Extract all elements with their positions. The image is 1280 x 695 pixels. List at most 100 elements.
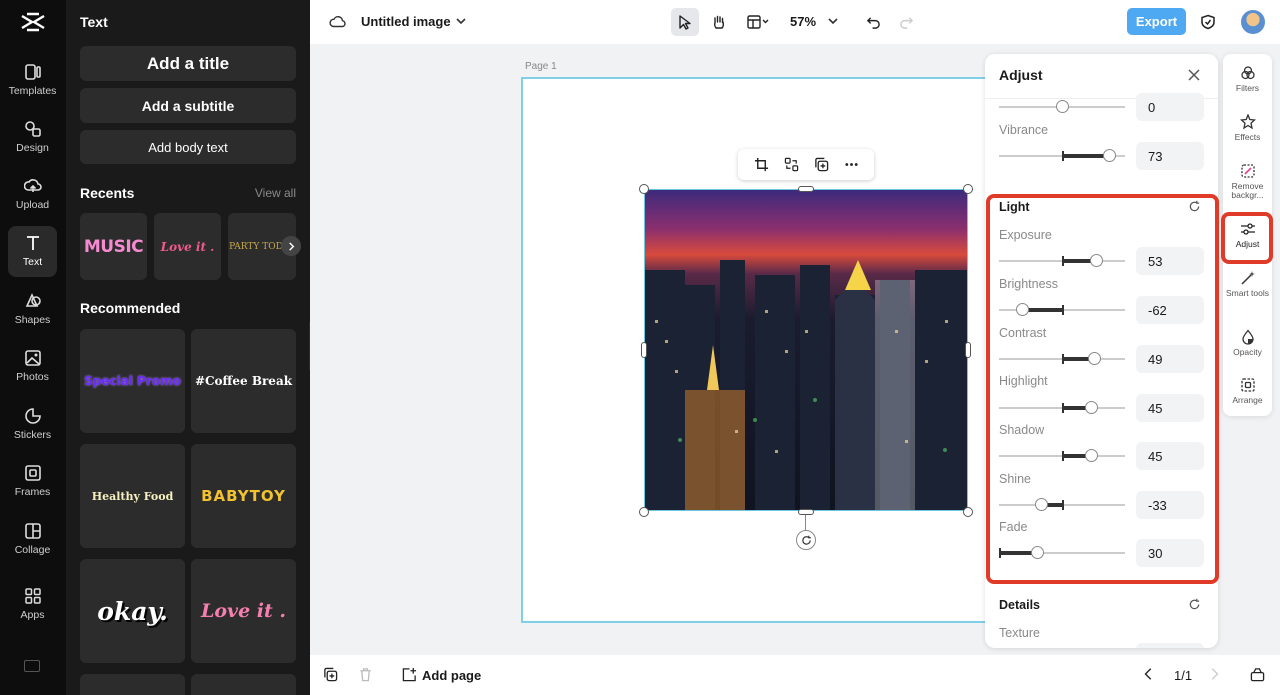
tool-label: Opacity [1233, 347, 1262, 357]
rail-label: Templates [8, 85, 57, 97]
light-section-highlight [986, 194, 1219, 584]
stickers-icon [24, 408, 41, 424]
rail-label: Design [16, 142, 49, 154]
recommended-tile[interactable]: #Coffee Break [191, 329, 296, 433]
resize-handle[interactable] [639, 507, 649, 517]
rail-text[interactable]: Text [8, 226, 57, 277]
add-page-button[interactable]: Add page [422, 668, 481, 683]
tile-text: Love it . [201, 600, 286, 622]
opacity-drop-icon [1241, 329, 1254, 345]
design-icon [24, 121, 41, 137]
add-subtitle-button[interactable]: Add a subtitle [80, 88, 296, 123]
layout-menu-button[interactable] [740, 8, 776, 36]
rail-photos[interactable]: Photos [8, 341, 57, 392]
recommended-tile[interactable]: okay. [80, 559, 185, 663]
recommended-tile[interactable] [191, 674, 296, 695]
tool-label: Arrange [1232, 395, 1263, 405]
city-skyline-image [645, 190, 967, 510]
effects-icon [1239, 114, 1256, 130]
keyboard-icon[interactable] [24, 660, 40, 672]
recommended-tile[interactable]: BABYTOY [191, 444, 296, 548]
recommended-tile[interactable]: Love it . [191, 559, 296, 663]
city-photo[interactable] [644, 189, 968, 511]
rail-collage[interactable]: Collage [8, 514, 57, 565]
shield-icon[interactable] [1197, 11, 1219, 33]
crop-icon[interactable] [754, 157, 769, 172]
pages-panel-icon[interactable] [1250, 667, 1266, 683]
redo-icon[interactable] [895, 11, 917, 33]
zoom-chevron-icon[interactable] [826, 13, 840, 29]
add-page-icon[interactable] [402, 667, 418, 683]
resize-handle[interactable] [963, 184, 973, 194]
resize-handle[interactable] [798, 509, 814, 515]
prev-page-icon[interactable] [1142, 667, 1158, 683]
next-page-icon[interactable] [1207, 667, 1223, 683]
select-tool-button[interactable] [671, 8, 699, 36]
more-icon[interactable] [844, 157, 859, 172]
resize-handle[interactable] [639, 184, 649, 194]
replace-icon[interactable] [784, 157, 799, 172]
duplicate-page-icon[interactable] [323, 667, 339, 683]
add-body-text-button[interactable]: Add body text [80, 130, 296, 164]
reset-icon[interactable] [1188, 598, 1202, 612]
collage-icon [24, 523, 41, 539]
add-title-button[interactable]: Add a title [80, 46, 296, 81]
rail-upload[interactable]: Upload [8, 169, 57, 220]
magic-wand-icon [1240, 271, 1255, 285]
export-button[interactable]: Export [1127, 8, 1186, 35]
slider-thumb[interactable] [1103, 149, 1116, 162]
zoom-level[interactable]: 57% [790, 14, 816, 29]
recent-item[interactable]: Love it . [154, 213, 221, 280]
recommended-tile[interactable]: Special Promo [80, 329, 185, 433]
recommended-tile[interactable]: Healthy Food [80, 444, 185, 548]
resize-handle[interactable] [798, 186, 814, 192]
resize-handle[interactable] [641, 342, 647, 358]
recents-next-button[interactable] [281, 236, 301, 256]
vibrance-label: Vibrance [999, 123, 1049, 137]
tool-filters[interactable]: Filters [1223, 65, 1272, 93]
recent-item[interactable]: MUSIC [80, 213, 147, 280]
user-avatar[interactable] [1241, 10, 1265, 34]
cloud-save-icon[interactable] [328, 12, 348, 32]
view-all-link[interactable]: View all [255, 186, 296, 200]
tile-text: BABYTOY [201, 487, 286, 505]
duplicate-icon[interactable] [814, 157, 829, 172]
rotate-handle[interactable] [796, 530, 816, 550]
recommended-tile[interactable] [80, 674, 185, 695]
slider-value-field[interactable]: 0 [1136, 93, 1204, 121]
rail-label: Frames [14, 486, 51, 498]
trash-icon[interactable] [358, 667, 374, 683]
tool-label: Remove backgr... [1231, 181, 1264, 200]
chevron-down-icon[interactable] [454, 13, 468, 29]
capcut-logo[interactable] [20, 12, 46, 32]
hand-tool-button[interactable] [705, 8, 733, 36]
upload-icon [23, 179, 42, 192]
tool-label: Smart tools [1226, 288, 1269, 298]
rotate-icon [801, 535, 811, 545]
photos-icon [24, 350, 41, 366]
rail-frames[interactable]: Frames [8, 456, 57, 507]
vibrance-value-field[interactable]: 73 [1136, 142, 1204, 170]
resize-handle[interactable] [963, 507, 973, 517]
rail-stickers[interactable]: Stickers [8, 399, 57, 450]
tool-arrange[interactable]: Arrange [1223, 377, 1272, 405]
hand-icon [713, 15, 725, 29]
vibrance-slider[interactable] [999, 149, 1125, 162]
close-icon[interactable] [1187, 68, 1203, 84]
rail-design[interactable]: Design [8, 112, 57, 163]
rail-shapes[interactable]: Shapes [8, 284, 57, 335]
app-root: Templates Design Upload Text Shapes Phot… [0, 0, 1280, 695]
tool-effects[interactable]: Effects [1223, 114, 1272, 142]
slider-thumb[interactable] [1056, 100, 1069, 113]
rail-templates[interactable]: Templates [8, 55, 57, 106]
resize-handle[interactable] [965, 342, 971, 358]
undo-icon[interactable] [862, 11, 884, 33]
tool-remove-background[interactable]: Remove backgr... [1223, 163, 1272, 200]
rail-apps[interactable]: Apps [8, 579, 57, 630]
texture-value-field[interactable] [1136, 643, 1204, 648]
document-title[interactable]: Untitled image [361, 14, 451, 29]
tool-opacity[interactable]: Opacity [1223, 329, 1272, 357]
tile-text: Special Promo [84, 374, 181, 388]
tool-smart-tools[interactable]: Smart tools [1223, 270, 1272, 298]
slider-track[interactable] [999, 100, 1125, 113]
